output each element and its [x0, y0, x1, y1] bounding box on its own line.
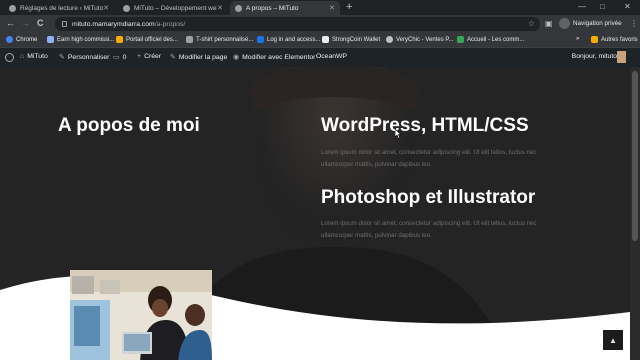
- bookmark-accueil[interactable]: Accueil - Les comm...: [457, 36, 524, 43]
- tab-reglages-lecture[interactable]: Réglages de lecture ‹ MiTuto — ✕: [4, 1, 114, 15]
- chrome-icon: [6, 36, 13, 43]
- wordpress-icon: [5, 53, 14, 62]
- page-icon: [186, 36, 193, 43]
- lock-icon: [62, 21, 67, 27]
- bookmark-login[interactable]: Log in and access...: [257, 36, 320, 43]
- bookmark-tshirt[interactable]: T-shirt personnalisé...: [186, 36, 253, 43]
- address-bar[interactable]: mituto.mamarymdiarra.com/a-propos/ ☆: [55, 17, 540, 31]
- folder-icon: [591, 36, 598, 43]
- url-path: /a-propos/: [154, 20, 186, 28]
- plus-icon: +: [137, 53, 142, 60]
- minimize-button[interactable]: —: [578, 2, 586, 11]
- image-icon: [457, 36, 464, 43]
- edit-label: Modifier la page: [178, 53, 228, 61]
- bookmark-earn[interactable]: Earn high commissi...: [47, 36, 114, 43]
- side-panel-icon[interactable]: ▣: [545, 19, 553, 28]
- profile-button[interactable]: Navigation privée: [559, 18, 622, 29]
- bookmark-star-icon[interactable]: ☆: [528, 19, 535, 28]
- new-tab-button[interactable]: +: [346, 2, 352, 13]
- incognito-icon: [559, 18, 570, 29]
- page-scrollbar[interactable]: [630, 67, 640, 360]
- other-bookmarks[interactable]: Autres favoris: [591, 36, 638, 43]
- bookmarks-bar: Chrome Earn high commissi... Portail off…: [0, 33, 640, 79]
- tab-title: MiTuto – Développement web: [134, 4, 218, 12]
- oceanwp-button[interactable]: OceanWP: [316, 53, 347, 60]
- bookmark-label: Autres favoris: [601, 36, 638, 43]
- bookmark-label: Earn high commissi...: [57, 36, 115, 43]
- wp-admin-bar: ⌂ MiTuto ✎ Personnaliser ▭ 0 + Créer ✎ Modifi…: [0, 48, 640, 67]
- comment-icon: ▭: [113, 54, 120, 61]
- new-label: Créer: [144, 53, 162, 60]
- elementor-label: Modifier avec Elementor: [242, 53, 316, 61]
- strongcoin-icon: [322, 36, 329, 43]
- menu-icon[interactable]: ⋮: [630, 19, 638, 28]
- wordpress-icon: [9, 4, 16, 12]
- bookmark-label: Accueil - Les comm...: [467, 36, 525, 43]
- maximize-button[interactable]: □: [600, 2, 605, 11]
- bookmark-label: T-shirt personnalisé...: [196, 36, 254, 43]
- bookmark-portail[interactable]: Portail officiel des...: [116, 36, 178, 43]
- elementor-button[interactable]: ◉ Modifier avec Elementor: [233, 53, 316, 62]
- bookmark-label: Log in and access...: [267, 36, 321, 43]
- forward-button[interactable]: →: [21, 18, 30, 29]
- close-window-button[interactable]: ✕: [624, 2, 631, 11]
- about-hero: A popos de moi WordPress, HTML/CSS Lorem…: [0, 67, 630, 360]
- brush-icon: ✎: [59, 54, 65, 61]
- edit-page-button[interactable]: ✎ Modifier la page: [170, 53, 228, 62]
- chevron-up-icon: ▲: [609, 335, 617, 345]
- bookmark-label: StrongCoin Wallet: [332, 36, 381, 43]
- globe-icon: [235, 4, 242, 12]
- globe-icon: [386, 36, 393, 43]
- comments-button[interactable]: ▭ 0: [113, 53, 127, 62]
- site-name: MiTuto: [27, 53, 48, 60]
- bookmark-verychic[interactable]: VeryChic - Ventes P...: [386, 36, 454, 43]
- url-host: mituto.mamarymdiarra.com: [72, 20, 155, 28]
- avatar[interactable]: [617, 51, 626, 63]
- oceanwp-label: OceanWP: [316, 53, 347, 60]
- home-icon: ⌂: [20, 53, 25, 60]
- globe-icon: [47, 36, 54, 43]
- pencil-icon: ✎: [170, 54, 176, 61]
- comment-count: 0: [122, 53, 127, 61]
- customize-button[interactable]: ✎ Personnaliser: [59, 53, 110, 62]
- folder-icon: [116, 36, 123, 43]
- bookmark-strongcoin[interactable]: StrongCoin Wallet: [322, 36, 380, 43]
- customize-label: Personnaliser: [67, 53, 110, 61]
- new-content-button[interactable]: + Créer: [137, 53, 161, 60]
- tab-mituto-dev[interactable]: MiTuto – Développement web ✕: [118, 1, 228, 15]
- wp-logo-button[interactable]: [5, 53, 14, 62]
- tab-a-propos[interactable]: A propos – MiTuto ✕: [230, 1, 340, 15]
- globe-icon: [123, 4, 130, 12]
- back-button[interactable]: ←: [6, 18, 15, 29]
- reload-button[interactable]: C: [37, 18, 44, 29]
- tab-title: A propos – MiTuto: [246, 4, 299, 12]
- bookmark-label: VeryChic - Ventes P...: [396, 36, 454, 43]
- close-tab-icon[interactable]: ✕: [217, 4, 223, 12]
- close-tab-icon[interactable]: ✕: [329, 4, 335, 12]
- bookmark-label: Portail officiel des...: [126, 36, 178, 43]
- bookmark-label: Chrome: [16, 36, 38, 43]
- page-icon: [257, 36, 264, 43]
- tab-title: Réglages de lecture ‹ MiTuto —: [20, 4, 104, 12]
- wp-site-link[interactable]: ⌂ MiTuto: [20, 53, 48, 60]
- close-tab-icon[interactable]: ✕: [103, 4, 109, 12]
- scroll-to-top-button[interactable]: ▲: [603, 330, 623, 350]
- profile-label: Navigation privée: [573, 20, 622, 27]
- bookmark-chrome[interactable]: Chrome: [6, 36, 37, 43]
- scrollbar-thumb[interactable]: [632, 71, 638, 241]
- elementor-icon: ◉: [233, 54, 240, 61]
- browser-toolbar: ← → C mituto.mamarymdiarra.com/a-propos/…: [0, 15, 640, 33]
- tab-strip: Réglages de lecture ‹ MiTuto — ✕ MiTuto …: [0, 0, 640, 15]
- user-greeting[interactable]: Bonjour, mituto: [572, 53, 617, 60]
- more-bookmarks-button[interactable]: »: [576, 36, 579, 42]
- team-photo: [70, 270, 212, 360]
